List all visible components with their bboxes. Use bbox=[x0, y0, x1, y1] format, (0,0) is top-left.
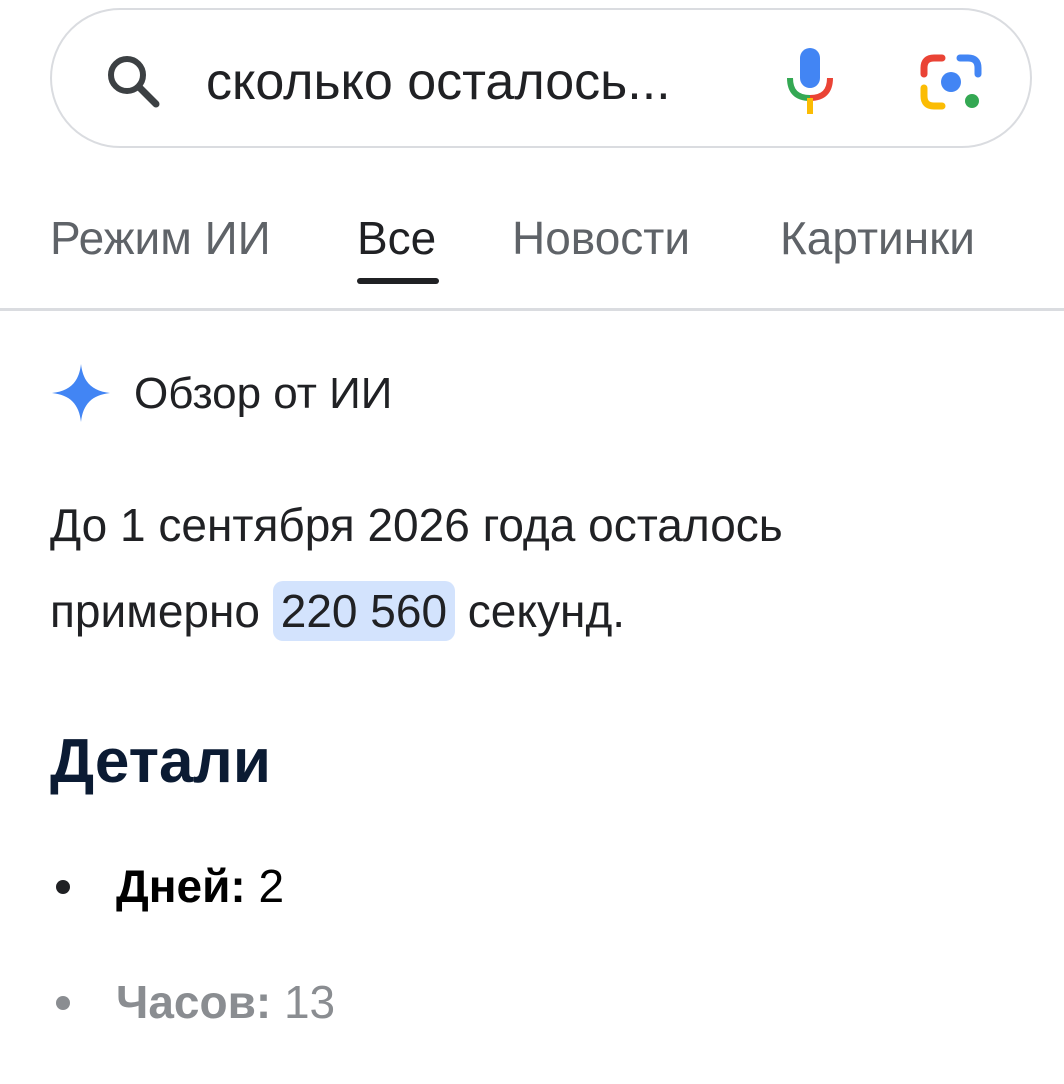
details-heading: Детали bbox=[50, 727, 271, 796]
detail-label: Часов: bbox=[116, 976, 272, 1028]
bullet-icon bbox=[56, 879, 70, 894]
search-bar[interactable]: сколько осталось... bbox=[50, 8, 1032, 148]
tab-news[interactable]: Новости bbox=[512, 210, 690, 266]
search-tabs: Режим ИИ Все Новости Картинки bbox=[0, 160, 1064, 310]
tab-ai-mode[interactable]: Режим ИИ bbox=[50, 210, 271, 266]
detail-value: 13 bbox=[283, 976, 336, 1028]
active-tab-indicator bbox=[357, 278, 439, 284]
google-lens-icon[interactable] bbox=[920, 52, 984, 112]
answer-line-1: До 1 сентября 2026 года осталось bbox=[50, 499, 783, 551]
search-icon[interactable] bbox=[104, 52, 162, 110]
bullet-icon bbox=[56, 995, 70, 1010]
tabs-divider bbox=[0, 308, 1064, 311]
tab-images[interactable]: Картинки bbox=[780, 210, 975, 266]
search-query[interactable]: сколько осталось... bbox=[206, 50, 671, 114]
answer-prefix: примерно bbox=[50, 585, 273, 637]
sparkle-icon bbox=[52, 364, 110, 422]
search-results-page: сколько осталось... Режим ИИ Все Новости… bbox=[0, 0, 1064, 1084]
detail-item-days: Дней: 2 bbox=[50, 856, 284, 916]
answer-line-2: примерно 220 560 секунд. bbox=[50, 568, 1030, 654]
answer-suffix: секунд. bbox=[455, 585, 626, 637]
detail-label: Дней: bbox=[116, 860, 246, 912]
ai-overview-title: Обзор от ИИ bbox=[134, 369, 393, 418]
answer-highlight-value: 220 560 bbox=[272, 581, 456, 641]
ai-answer-text: До 1 сентября 2026 года осталось примерн… bbox=[50, 482, 1030, 654]
microphone-icon[interactable] bbox=[784, 46, 836, 118]
detail-item-hours: Часов: 13 bbox=[50, 972, 335, 1032]
detail-value: 2 bbox=[258, 860, 285, 912]
tab-all[interactable]: Все bbox=[357, 210, 436, 266]
